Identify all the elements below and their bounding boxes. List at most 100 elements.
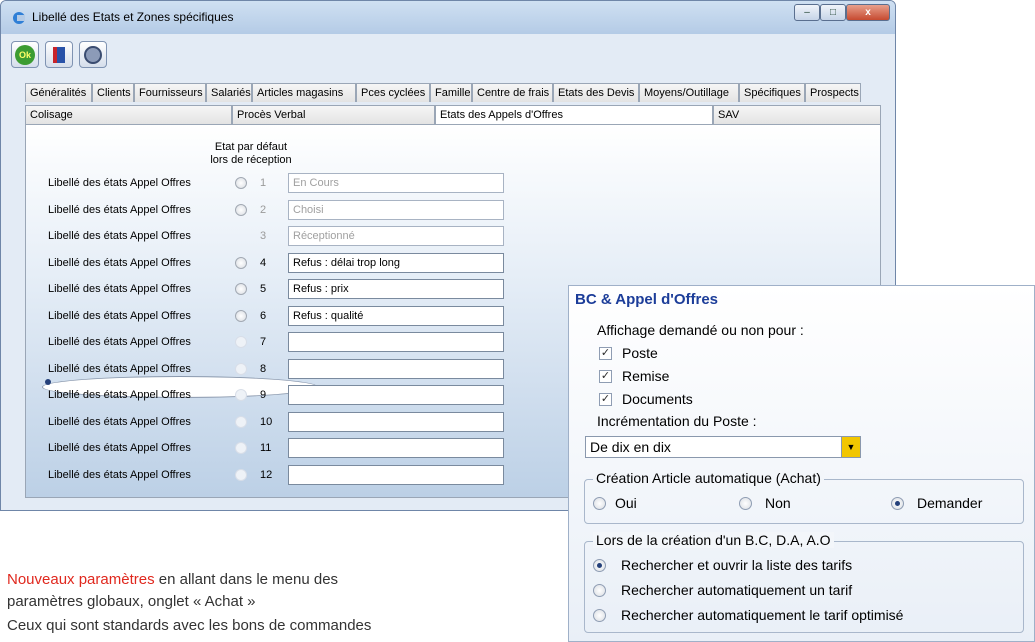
tab-prospects[interactable]: Prospects xyxy=(805,83,861,102)
tab-generalites[interactable]: Généralités xyxy=(25,83,92,102)
tab-colisage[interactable]: Colisage xyxy=(25,105,232,124)
increment-value: De dix en dix xyxy=(590,439,671,455)
caption-highlight: Nouveaux paramètres xyxy=(7,571,155,588)
ok-icon: Ok xyxy=(15,44,35,65)
state-number: 12 xyxy=(260,468,273,481)
maximize-button[interactable]: □ xyxy=(820,4,846,21)
default-state-radio[interactable] xyxy=(235,468,247,481)
radio-tarif-optimise[interactable] xyxy=(593,609,606,622)
close-button[interactable]: x xyxy=(846,4,890,21)
default-state-radio[interactable] xyxy=(235,362,247,375)
state-number: 8 xyxy=(260,362,267,375)
caption-line1-rest: en allant dans le menu des xyxy=(154,571,339,588)
caption-line3: Ceux qui sont standards avec les bons de… xyxy=(7,617,372,634)
state-row-label: Libellé des états Appel Offres xyxy=(48,177,191,189)
state-name-input[interactable] xyxy=(288,411,504,432)
state-number: 9 xyxy=(260,389,267,401)
state-number: 5 xyxy=(260,283,267,295)
caption-paragraph-1: Nouveaux paramètres en allant dans le me… xyxy=(7,569,338,613)
default-state-radio[interactable] xyxy=(235,203,247,216)
tab-centre-de-frais[interactable]: Centre de frais xyxy=(472,83,553,102)
default-state-radio[interactable] xyxy=(235,389,247,401)
tab-famille[interactable]: Famille xyxy=(430,83,472,102)
bc-appel-offres-panel: BC & Appel d'Offres Affichage demandé ou… xyxy=(568,285,1035,642)
increment-label: Incrémentation du Poste : xyxy=(597,413,757,429)
state-name-input[interactable] xyxy=(288,332,504,352)
increment-select[interactable]: De dix en dix ▼ xyxy=(585,436,861,458)
tab-articles-magasins[interactable]: Articles magasins xyxy=(252,83,356,102)
ok-button[interactable]: Ok xyxy=(11,41,39,68)
caption-line2: paramètres globaux, onglet « Achat » xyxy=(7,593,256,610)
exit-button[interactable] xyxy=(45,41,73,68)
creation-article-group: Création Article automatique (Achat) Oui… xyxy=(584,470,1024,524)
state-row-label: Libellé des états Appel Offres xyxy=(48,389,191,401)
radio-tarif-auto-label: Rechercher automatiquement un tarif xyxy=(621,582,853,598)
documents-label: Documents xyxy=(622,391,693,407)
state-name-input[interactable]: Refus : prix xyxy=(288,279,504,299)
radio-tarif-auto[interactable] xyxy=(593,584,606,597)
state-row-label: Libellé des états Appel Offres xyxy=(48,468,191,481)
state-number: 7 xyxy=(260,336,267,348)
toolbar: Ok xyxy=(11,41,107,68)
creation-group-legend: Création Article automatique (Achat) xyxy=(593,470,824,486)
tab-salaries[interactable]: Salariés xyxy=(206,83,252,102)
window-title: Libellé des Etats et Zones spécifiques xyxy=(32,10,234,24)
state-number: 11 xyxy=(260,442,272,454)
state-name-input[interactable] xyxy=(288,438,504,458)
state-row-label: Libellé des états Appel Offres xyxy=(48,230,191,242)
header-line-1: Etat par défaut xyxy=(214,141,288,153)
radio-oui[interactable] xyxy=(593,497,606,510)
state-name-input[interactable]: Choisi xyxy=(288,199,504,220)
title-bar[interactable]: Libellé des Etats et Zones spécifiques –… xyxy=(1,1,895,34)
default-state-radio[interactable] xyxy=(235,256,247,269)
tab-proces-verbal[interactable]: Procès Verbal xyxy=(232,105,435,124)
radio-ouvrir-liste-tarifs[interactable] xyxy=(593,559,606,572)
state-name-input[interactable] xyxy=(288,464,504,485)
radio-demander-label: Demander xyxy=(917,495,983,511)
print-button[interactable] xyxy=(79,41,107,68)
state-row-label: Libellé des états Appel Offres xyxy=(48,362,191,375)
state-number: 2 xyxy=(260,203,267,216)
state-name-input[interactable] xyxy=(288,385,504,405)
default-state-radio[interactable] xyxy=(235,283,247,295)
display-label: Affichage demandé ou non pour : xyxy=(597,322,804,338)
state-name-input[interactable]: En Cours xyxy=(288,173,504,193)
radio-demander[interactable] xyxy=(891,497,904,510)
dropdown-arrow-icon[interactable]: ▼ xyxy=(841,437,860,457)
tab-etats-appels-offres[interactable]: Etats des Appels d'Offres xyxy=(435,105,713,124)
tab-etats-des-devis[interactable]: Etats des Devis xyxy=(553,83,639,102)
default-state-radio[interactable] xyxy=(235,177,247,189)
state-name-input[interactable]: Réceptionné xyxy=(288,226,504,246)
state-name-input[interactable]: Refus : qualité xyxy=(288,305,504,326)
default-state-header: Etat par défaut lors de réception xyxy=(206,141,296,167)
radio-non-label: Non xyxy=(765,495,791,511)
state-row-label: Libellé des états Appel Offres xyxy=(48,309,191,322)
tab-sav[interactable]: SAV xyxy=(713,105,881,124)
poste-checkbox[interactable]: ✓ xyxy=(599,347,612,360)
documents-checkbox[interactable]: ✓ xyxy=(599,393,612,406)
state-row-label: Libellé des états Appel Offres xyxy=(48,203,191,216)
tab-pces-cyclees[interactable]: Pces cyclées xyxy=(356,83,430,102)
tab-fournisseurs[interactable]: Fournisseurs xyxy=(134,83,206,102)
radio-oui-label: Oui xyxy=(615,495,637,511)
radio-non[interactable] xyxy=(739,497,752,510)
default-state-radio[interactable] xyxy=(235,336,247,348)
default-state-radio[interactable] xyxy=(235,415,247,428)
default-state-radio[interactable] xyxy=(235,309,247,322)
remise-label: Remise xyxy=(622,368,670,384)
tab-specifiques[interactable]: Spécifiques xyxy=(739,83,805,102)
state-name-input[interactable] xyxy=(288,358,504,379)
minimize-button[interactable]: – xyxy=(794,4,820,21)
state-row-label: Libellé des états Appel Offres xyxy=(48,256,191,269)
state-number: 1 xyxy=(260,177,267,189)
lors-group-legend: Lors de la création d'un B.C, D.A, A.O xyxy=(593,532,834,548)
state-row-label: Libellé des états Appel Offres xyxy=(48,283,191,295)
tab-moyens-outillage[interactable]: Moyens/Outillage xyxy=(639,83,739,102)
tab-clients[interactable]: Clients xyxy=(92,83,134,102)
exit-door-icon xyxy=(53,46,65,63)
state-name-input[interactable]: Refus : délai trop long xyxy=(288,252,504,273)
state-row-label: Libellé des états Appel Offres xyxy=(48,442,191,454)
remise-checkbox[interactable]: ✓ xyxy=(599,370,612,383)
default-state-radio[interactable] xyxy=(235,442,247,454)
tab-row-2: Colisage Procès Verbal Etats des Appels … xyxy=(25,105,881,124)
